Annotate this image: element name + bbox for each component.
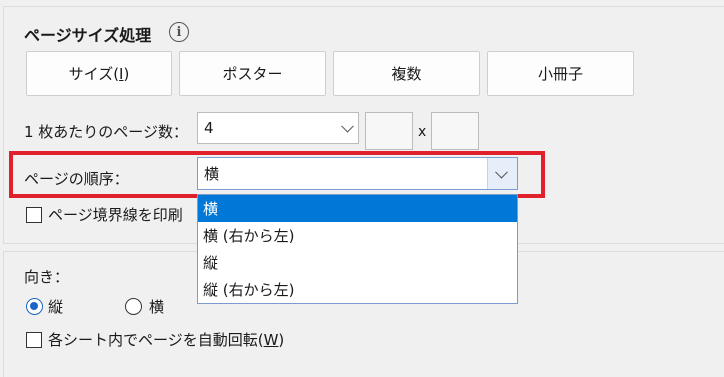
- dropdown-option[interactable]: 縦 (右から左): [198, 276, 517, 303]
- custom-columns-input[interactable]: [365, 112, 413, 150]
- auto-rotate-accesskey: W: [263, 331, 279, 349]
- auto-rotate-checkbox[interactable]: [26, 332, 42, 348]
- chevron-down-icon: [341, 119, 354, 133]
- size-button-label: サイズ(: [68, 65, 120, 83]
- section-title: ページサイズ処理: [24, 26, 152, 45]
- highlight-box: [9, 151, 545, 198]
- size-button-label-end: ): [123, 64, 130, 83]
- auto-rotate-label-end: ): [278, 331, 285, 349]
- poster-button[interactable]: ポスター: [179, 51, 326, 96]
- multiple-button[interactable]: 複数: [333, 51, 480, 96]
- dropdown-option[interactable]: 横: [198, 195, 517, 222]
- dimension-separator: x: [418, 124, 427, 140]
- landscape-radio-label: 横: [149, 298, 165, 316]
- auto-rotate-label: 各シート内でページを自動回転(W): [48, 329, 284, 350]
- pages-per-sheet-value: 4: [204, 119, 214, 137]
- dropdown-option[interactable]: 横 (右から左): [198, 222, 517, 249]
- page-order-dropdown-list: 横 横 (右から左) 縦 縦 (右から左): [197, 194, 518, 304]
- auto-rotate-label-text: 各シート内でページを自動回転(: [48, 331, 264, 349]
- print-borders-label: ページ境界線を印刷: [48, 206, 183, 224]
- portrait-radio[interactable]: [26, 298, 43, 315]
- info-icon[interactable]: i: [169, 22, 189, 42]
- portrait-radio-label: 縦: [48, 298, 64, 316]
- orientation-label: 向き：: [24, 268, 70, 286]
- size-button[interactable]: サイズ(I): [26, 51, 172, 96]
- dropdown-option[interactable]: 縦: [198, 249, 517, 276]
- pages-per-sheet-label: 1 枚あたりのページ数：: [24, 123, 189, 141]
- print-borders-checkbox[interactable]: [26, 207, 42, 223]
- booklet-button[interactable]: 小冊子: [487, 51, 634, 96]
- pages-per-sheet-select[interactable]: 4: [197, 112, 359, 144]
- custom-rows-input[interactable]: [431, 112, 479, 150]
- landscape-radio[interactable]: [125, 298, 142, 315]
